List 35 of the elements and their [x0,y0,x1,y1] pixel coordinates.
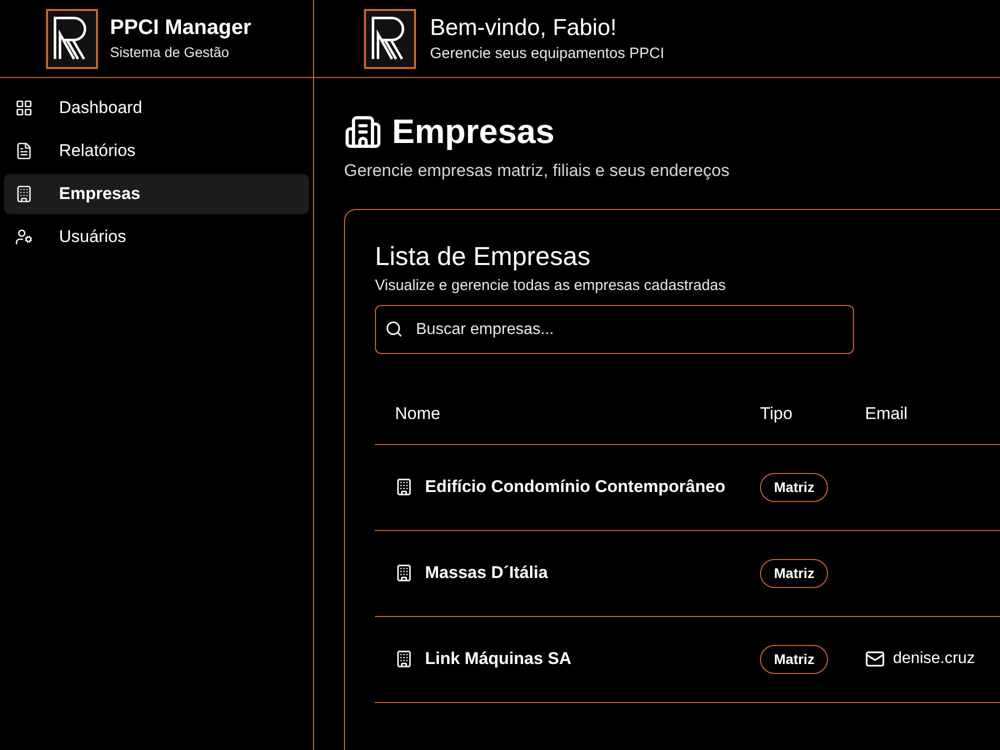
type-tag: Matriz [760,472,828,502]
column-header: Email [865,404,908,423]
search-icon [385,320,403,338]
building-icon [15,185,33,203]
company-name: Massas D´Itália [425,562,548,584]
page-title: Empresas [392,112,555,152]
app-name: PPCI Manager [110,15,252,41]
mail-icon [865,649,885,669]
logo-icon [46,8,98,68]
grid-icon [15,99,33,117]
card-title: Lista de Empresas [375,240,592,272]
type-tag: Matriz [760,558,828,588]
building-icon [395,650,413,668]
sidebar-item[interactable]: Relatórios [4,131,309,171]
building-icon [395,478,413,496]
card-subtitle: Visualize e gerencie todas as empresas cadastradas [375,276,727,296]
column-header: Nome [395,404,440,423]
document-icon [15,142,33,160]
sidebar-item[interactable]: Usuários [4,217,309,257]
page-subtitle: Gerencie empresas matriz, filiais e seus endereços [344,160,730,182]
building-icon [395,564,413,582]
type-tag: Matriz [760,644,828,674]
app-subtitle: Sistema de Gestão [110,43,230,62]
email-text: denise.cruz [893,649,975,669]
company-name: Edifício Condomínio Contemporâneo [425,476,726,498]
welcome-subtitle: Gerencie seus equipamentos PPCI [430,44,664,64]
user-gear-icon [15,228,33,246]
logo-icon [364,8,416,68]
search-field[interactable]: Buscar empresas... [375,305,854,354]
sidebar-item[interactable]: Empresas [4,174,309,214]
column-header: Tipo [760,404,792,423]
welcome-title: Bem-vindo, Fabio! [430,13,618,42]
sidebar-item[interactable]: Dashboard [4,88,309,128]
building-icon [344,113,382,151]
company-name: Link Máquinas SA [425,648,572,670]
